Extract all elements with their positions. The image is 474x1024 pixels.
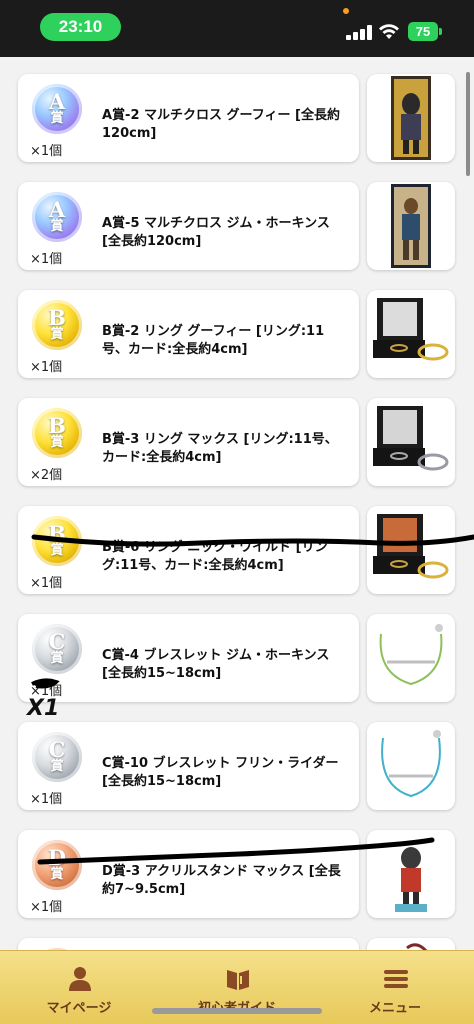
multicross-goofy-image xyxy=(391,76,431,160)
grade-b-medal-icon: B 賞 xyxy=(32,408,82,458)
home-indicator[interactable] xyxy=(152,1008,322,1014)
medal-letter: A xyxy=(48,89,66,114)
prize-card[interactable]: B 賞 ×1個 B賞-2 リング グーフィー [リング:11号、カード:全長約4… xyxy=(18,290,359,378)
prize-thumbnail[interactable] xyxy=(367,614,455,702)
prize-title: A賞-5 マルチクロス ジム・ホーキンス [全長約120cm] xyxy=(102,216,330,249)
prize-thumbnail[interactable] xyxy=(367,290,455,378)
medal-letter: C xyxy=(48,629,66,654)
prize-thumbnail[interactable] xyxy=(367,830,455,918)
grade-c-medal-icon: C 賞 xyxy=(32,624,82,674)
prize-row-partial[interactable] xyxy=(18,938,456,950)
status-bar: 23:10 75 xyxy=(0,0,474,57)
medal-kanji: 賞 xyxy=(50,867,64,882)
ring-max-image xyxy=(373,406,449,471)
medal-letter: B xyxy=(48,521,66,546)
prize-card[interactable]: D 賞 ×1個 D賞-3 アクリルスタンド マックス [全長約7~9.5cm] xyxy=(18,830,359,918)
nav-menu[interactable]: メニュー xyxy=(316,951,474,1024)
medal-letter: C xyxy=(48,737,66,762)
prize-quantity: ×2個 xyxy=(30,468,63,483)
scrollbar[interactable] xyxy=(466,72,470,176)
nav-menu-label: メニュー xyxy=(368,1001,421,1016)
grade-b-medal-icon: B 賞 xyxy=(32,300,82,350)
prize-quantity: ×1個 xyxy=(30,252,63,267)
ring-nick-wilde-image xyxy=(373,514,449,579)
prize-title: C賞-4 ブレスレット ジム・ホーキンス [全長約15~18cm] xyxy=(102,648,330,681)
prize-quantity: ×1個 xyxy=(30,900,63,915)
prize-card[interactable]: C 賞 ×1個 C賞-10 ブレスレット フリン・ライダー [全長約15~18c… xyxy=(18,722,359,810)
medal-letter: D xyxy=(47,845,67,870)
hamburger-menu-icon xyxy=(384,970,408,988)
grade-b-medal-icon: B 賞 xyxy=(32,516,82,566)
prize-quantity: ×1個 xyxy=(30,360,63,375)
prize-title: A賞-2 マルチクロス グーフィー [全長約120cm] xyxy=(102,108,340,141)
prize-card[interactable] xyxy=(18,938,359,950)
medal-kanji: 賞 xyxy=(50,219,64,234)
ring-goofy-image xyxy=(373,298,449,361)
prize-list[interactable]: A 賞 ×1個 A賞-2 マルチクロス グーフィー [全長約120cm] A 賞 xyxy=(0,57,474,950)
prize-title: B賞-6 リング ニック・ワイルド [リング:11号、カード:全長約4cm] xyxy=(102,540,328,573)
medal-kanji: 賞 xyxy=(50,759,64,774)
prize-quantity: ×1個 xyxy=(30,576,63,591)
prize-title: B賞-2 リング グーフィー [リング:11号、カード:全長約4cm] xyxy=(102,324,325,357)
privacy-indicator-dot xyxy=(343,8,349,14)
prize-title: D賞-3 アクリルスタンド マックス [全長約7~9.5cm] xyxy=(102,864,341,897)
prize-card[interactable]: C 賞 ×1個 C賞-4 ブレスレット ジム・ホーキンス [全長約15~18cm… xyxy=(18,614,359,702)
prize-row[interactable]: A 賞 ×1個 A賞-2 マルチクロス グーフィー [全長約120cm] xyxy=(18,74,456,162)
prize-partial-image xyxy=(406,943,428,950)
medal-kanji: 賞 xyxy=(50,543,64,558)
medal-kanji: 賞 xyxy=(50,327,64,342)
prize-thumbnail[interactable] xyxy=(367,74,455,162)
medal-kanji: 賞 xyxy=(50,435,64,450)
prize-card[interactable]: B 賞 ×2個 B賞-3 リング マックス [リング:11号、カード:全長約4c… xyxy=(18,398,359,486)
prize-row[interactable]: A 賞 ×1個 A賞-5 マルチクロス ジム・ホーキンス [全長約120cm] xyxy=(18,182,456,270)
grade-a-medal-icon: A 賞 xyxy=(32,84,82,134)
prize-row[interactable]: C 賞 ×1個 C賞-4 ブレスレット ジム・ホーキンス [全長約15~18cm… xyxy=(18,614,456,702)
prize-card[interactable]: A 賞 ×1個 A賞-5 マルチクロス ジム・ホーキンス [全長約120cm] xyxy=(18,182,359,270)
nav-mypage-label: マイページ xyxy=(46,1001,112,1016)
prize-row[interactable]: B 賞 ×1個 B賞-6 リング ニック・ワイルド [リング:11号、カード:全… xyxy=(18,506,456,594)
grade-c-medal-icon: C 賞 xyxy=(32,732,82,782)
acrylic-stand-max-image xyxy=(395,847,427,912)
clock: 23:10 xyxy=(40,13,121,41)
medal-letter: B xyxy=(48,413,66,438)
prize-thumbnail[interactable] xyxy=(367,398,455,486)
medal-kanji: 賞 xyxy=(50,111,64,126)
prize-thumbnail[interactable] xyxy=(367,506,455,594)
prize-row[interactable]: D 賞 ×1個 D賞-3 アクリルスタンド マックス [全長約7~9.5cm] xyxy=(18,830,456,918)
prize-thumbnail[interactable] xyxy=(367,938,455,950)
book-icon xyxy=(227,970,249,990)
nav-mypage[interactable]: マイページ xyxy=(0,951,158,1024)
prize-row[interactable]: C 賞 ×1個 C賞-10 ブレスレット フリン・ライダー [全長約15~18c… xyxy=(18,722,456,810)
multicross-jim-image xyxy=(391,184,431,268)
battery-tip xyxy=(439,28,442,35)
cellular-signal-icon xyxy=(346,24,372,40)
battery-icon: 75 xyxy=(408,22,438,41)
prize-card[interactable]: A 賞 ×1個 A賞-2 マルチクロス グーフィー [全長約120cm] xyxy=(18,74,359,162)
prize-row[interactable]: B 賞 ×2個 B賞-3 リング マックス [リング:11号、カード:全長約4c… xyxy=(18,398,456,486)
grade-d-medal-icon: D 賞 xyxy=(32,840,82,890)
prize-row[interactable]: B 賞 ×1個 B賞-2 リング グーフィー [リング:11号、カード:全長約4… xyxy=(18,290,456,378)
prize-thumbnail[interactable] xyxy=(367,722,455,810)
prize-title: C賞-10 ブレスレット フリン・ライダー [全長約15~18cm] xyxy=(102,756,339,789)
handwritten-note: X1 xyxy=(27,696,60,721)
bracelet-jim-image xyxy=(379,624,443,686)
medal-kanji: 賞 xyxy=(50,651,64,666)
prize-quantity: ×1個 xyxy=(30,144,63,159)
prize-title: B賞-3 リング マックス [リング:11号、カード:全長約4cm] xyxy=(102,432,338,465)
prize-quantity: ×1個 xyxy=(30,792,63,807)
medal-letter: B xyxy=(48,305,66,330)
grade-a-medal-icon: A 賞 xyxy=(32,192,82,242)
medal-letter: A xyxy=(48,197,66,222)
bracelet-flynn-image xyxy=(381,730,441,798)
person-icon xyxy=(69,967,91,991)
prize-card[interactable]: B 賞 ×1個 B賞-6 リング ニック・ワイルド [リング:11号、カード:全… xyxy=(18,506,359,594)
prize-thumbnail[interactable] xyxy=(367,182,455,270)
wifi-icon xyxy=(379,24,399,39)
